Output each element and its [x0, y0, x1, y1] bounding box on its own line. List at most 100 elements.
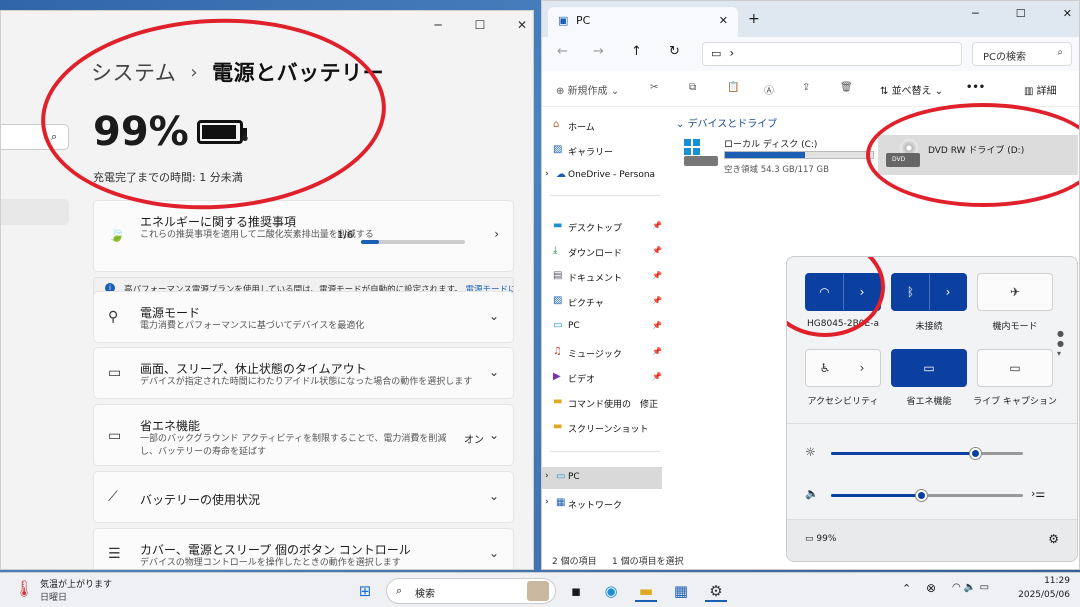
nav-item-videos[interactable]: ▶ ビデオ 📌	[542, 367, 666, 389]
rename-icon[interactable]: Ⓐ	[764, 82, 774, 97]
nav-item-folder-command[interactable]: ▬ コマンド使用の 修正	[542, 392, 666, 414]
taskbar-search[interactable]: ⌕ 検索	[386, 578, 556, 604]
cut-icon[interactable]: ✂	[650, 82, 658, 93]
energy-saver-toggle[interactable]: ▭	[891, 349, 967, 387]
chevron-right-icon: ›	[494, 227, 499, 241]
search-box-partial[interactable]: ⌕	[1, 124, 69, 150]
battery-status[interactable]: ▭ 99%	[805, 534, 836, 544]
chevron-right-icon[interactable]: ›	[545, 497, 549, 507]
volume-knob[interactable]	[916, 490, 928, 501]
close-button[interactable]: ✕	[1063, 7, 1072, 20]
forward-arrow-icon[interactable]: →	[593, 44, 604, 59]
brightness-slider[interactable]	[831, 448, 1023, 459]
button-controls-card[interactable]: ☰ カバー、電源とスリープ 個のボタン コントロール デバイスの物理コントロール…	[93, 528, 514, 569]
clock-time[interactable]: 11:29	[1030, 576, 1070, 586]
picture-icon: ▨	[553, 295, 563, 306]
live-caption-toggle[interactable]: ▭	[977, 349, 1053, 387]
address-field[interactable]: ▭ ›	[702, 42, 962, 66]
paste-icon[interactable]: 📋	[727, 82, 739, 93]
section-header[interactable]: ⌄ デバイスとドライブ	[676, 115, 777, 130]
maximize-button[interactable]: ☐	[459, 18, 501, 32]
bluetooth-toggle[interactable]: ᛒ ›	[891, 273, 967, 311]
chevron-up-icon[interactable]: ⌃	[902, 582, 911, 595]
copy-icon[interactable]: ⧉	[689, 82, 696, 93]
network-icon: ▦	[556, 497, 566, 508]
search-field[interactable]: PCの検索 ⌕	[972, 42, 1072, 66]
file-explorer-icon[interactable]: ▬	[635, 580, 657, 602]
nav-item-downloads[interactable]: ⤓ ダウンロード 📌	[542, 241, 666, 263]
nav-item-pc[interactable]: › ▭ PC	[542, 467, 662, 489]
nav-item-desktop[interactable]: ▬ デスクトップ 📌	[542, 216, 666, 238]
nav-item-pc-pinned[interactable]: ▭ PC 📌	[542, 316, 666, 338]
nav-item-onedrive[interactable]: › ☁ OneDrive - Persona	[542, 165, 666, 187]
start-button-icon[interactable]: ⊞	[354, 580, 376, 602]
weather-title[interactable]: 気温が上がります	[40, 577, 112, 590]
chart-icon: ⟋	[108, 489, 118, 505]
settings-gear-icon[interactable]: ⚙	[705, 580, 727, 602]
sort-button[interactable]: ⇅ 並べ替え ⌄	[880, 82, 943, 97]
audio-output-icon[interactable]: ›⚌	[1031, 487, 1045, 500]
search-highlight-icon	[527, 581, 549, 601]
task-view-icon[interactable]: ▪	[565, 580, 587, 602]
new-tab-button[interactable]: +	[748, 11, 760, 27]
volume-slider[interactable]	[831, 490, 1023, 501]
minimize-button[interactable]: ─	[417, 18, 459, 32]
airplane-toggle[interactable]: ✈	[977, 273, 1053, 311]
video-icon: ▶	[553, 371, 561, 382]
breadcrumb-system[interactable]: システム	[91, 57, 176, 87]
nav-item-home[interactable]: ⌂ ホーム	[542, 115, 666, 137]
status-items: 2 個の項目	[552, 557, 597, 567]
nav-label: スクリーンショット	[568, 425, 649, 435]
more-button[interactable]: •••	[966, 82, 985, 93]
up-arrow-icon[interactable]: ↑	[631, 44, 642, 59]
power-mode-card[interactable]: ⚲ 電源モード 電力消費とパフォーマンスに基づいてデバイスを最適化 ⌄	[93, 291, 514, 343]
settings-gear-icon[interactable]: ⚙	[1048, 532, 1059, 546]
status-selected: 1 個の項目を選択	[612, 557, 684, 567]
page-dots[interactable]: ● ● ▾	[1057, 329, 1064, 359]
nav-item-gallery[interactable]: ▨ ギャラリー	[542, 140, 666, 162]
close-button[interactable]: ✕	[501, 18, 533, 32]
divider	[550, 451, 660, 452]
chevron-right-icon[interactable]: ›	[545, 169, 549, 179]
edge-browser-icon[interactable]: ◉	[600, 580, 622, 602]
chevron-right-icon[interactable]: ›	[844, 274, 880, 310]
chevron-right-icon[interactable]: ›	[844, 350, 880, 386]
navigation-pane: ⌂ ホーム ▨ ギャラリー › ☁ OneDrive - Persona ▬ デスクトップ…	[542, 109, 666, 549]
brightness-knob[interactable]	[970, 448, 981, 459]
share-icon[interactable]: ⇪	[802, 82, 810, 93]
nav-item-pictures[interactable]: ▨ ピクチャ 📌	[542, 291, 666, 313]
nav-item-music[interactable]: ♫ ミュージック 📌	[542, 342, 666, 364]
minimize-button[interactable]: ─	[972, 7, 979, 20]
nav-label: OneDrive - Persona	[568, 170, 656, 180]
clock-date[interactable]: 2025/05/06	[1010, 590, 1070, 600]
drive-c[interactable]: ローカル ディスク (C:) 空き領域 54.3 GB/117 GB	[678, 135, 874, 175]
accessibility-toggle[interactable]: ♿ ›	[805, 349, 881, 387]
drive-d[interactable]: DVD DVD RW ドライブ (D:)	[878, 135, 1078, 175]
new-label: 新規作成	[567, 86, 608, 97]
close-tab-icon[interactable]: ✕	[719, 14, 728, 27]
back-arrow-icon[interactable]: ←	[557, 44, 568, 59]
tab-pc[interactable]: ▣ PC ✕	[548, 7, 738, 37]
chevron-right-icon[interactable]: ›	[930, 274, 966, 310]
energy-saver-card[interactable]: ▭ 省エネ機能 一部のバックグラウンド アクティビティを制限することで、電力消費…	[93, 404, 514, 466]
wifi-label: HG8045-2B0E-a	[807, 319, 879, 329]
pin-icon: 📌	[652, 321, 662, 330]
chevron-right-icon[interactable]: ›	[545, 471, 549, 481]
screen-sleep-card[interactable]: ▭ 画面、スリープ、休止状態のタイムアウト デバイスが指定された時間にわたりアイ…	[93, 347, 514, 399]
wifi-toggle[interactable]: ◠ ›	[805, 273, 881, 311]
refresh-icon[interactable]: ↻	[669, 44, 680, 59]
energy-recommendations-card[interactable]: 🍃 エネルギーに関する推奨事項 これらの推奨事項を適用して二酸化炭素排出量を削減…	[93, 200, 514, 272]
delete-icon[interactable]: 🗑	[840, 82, 853, 93]
tray-network-volume-battery[interactable]: ◠ 🔈 ▭	[952, 582, 989, 593]
close-circle-icon[interactable]: ⊗	[926, 581, 936, 595]
maximize-button[interactable]: ☐	[1016, 7, 1026, 20]
nav-selected-partial[interactable]	[1, 199, 69, 225]
battery-usage-card[interactable]: ⟋ バッテリーの使用状況 ⌄	[93, 471, 514, 523]
nav-item-documents[interactable]: ▤ ドキュメント 📌	[542, 266, 666, 288]
nav-item-network[interactable]: › ▦ ネットワーク	[542, 493, 666, 515]
new-button[interactable]: ⊕ 新規作成 ⌄	[556, 82, 619, 97]
divider	[550, 195, 660, 196]
store-icon[interactable]: ▦	[670, 580, 692, 602]
nav-item-screenshots[interactable]: ▬ スクリーンショット	[542, 417, 666, 439]
details-button[interactable]: ▥ 詳細	[1024, 82, 1057, 97]
